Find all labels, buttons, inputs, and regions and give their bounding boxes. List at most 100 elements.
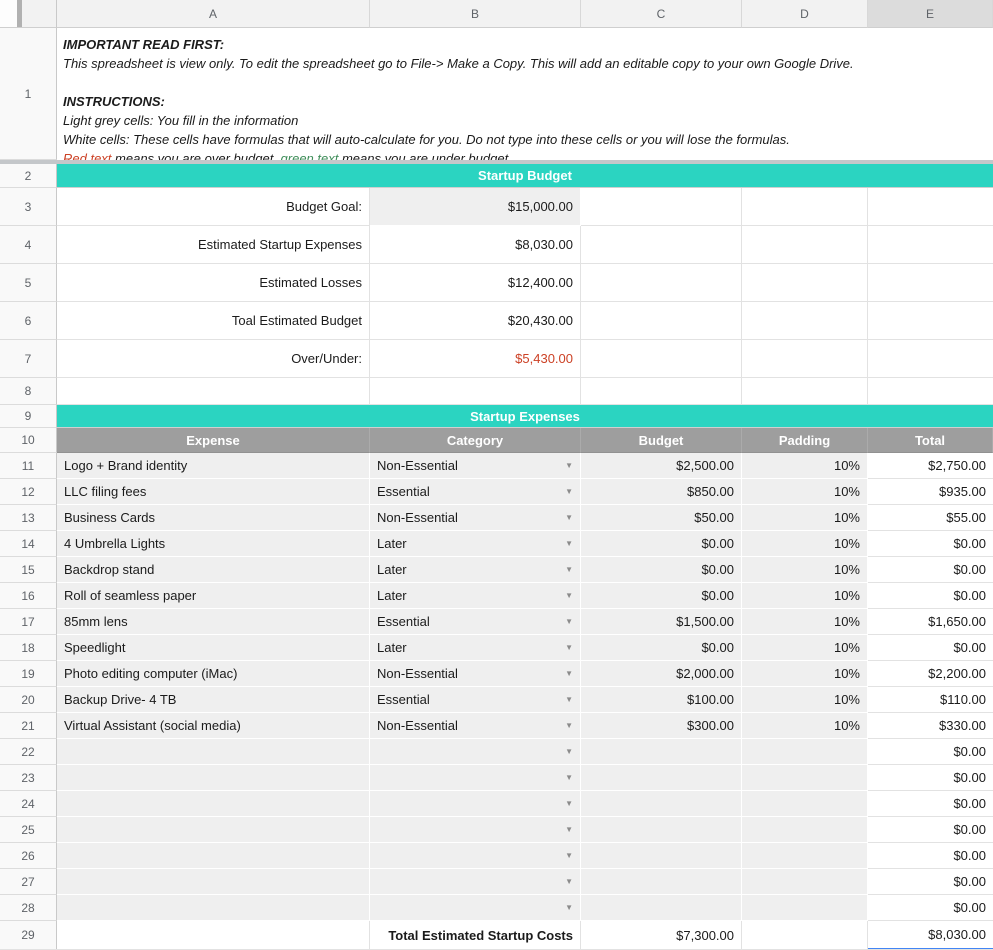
- category-cell[interactable]: ▼: [370, 843, 581, 869]
- row-header[interactable]: 2: [0, 164, 57, 188]
- dropdown-arrow-icon[interactable]: ▼: [561, 877, 573, 886]
- budget-cell[interactable]: [581, 817, 742, 843]
- budget-goal-label-cell[interactable]: Budget Goal:: [57, 188, 370, 226]
- budget-column-header[interactable]: Budget: [581, 428, 742, 453]
- budget-cell[interactable]: [581, 843, 742, 869]
- total-cell[interactable]: $0.00: [868, 843, 993, 869]
- total-cell[interactable]: $2,200.00: [868, 661, 993, 687]
- estimated-losses-label-cell[interactable]: Estimated Losses: [57, 264, 370, 302]
- budget-cell[interactable]: [581, 895, 742, 921]
- budget-cell[interactable]: $2,500.00: [581, 453, 742, 479]
- row-header[interactable]: 9: [0, 405, 57, 428]
- expense-cell[interactable]: [57, 791, 370, 817]
- row-header[interactable]: 26: [0, 843, 57, 869]
- category-cell[interactable]: Later▼: [370, 635, 581, 661]
- select-all-corner[interactable]: [0, 0, 57, 28]
- empty-cell[interactable]: [868, 264, 993, 302]
- budget-cell[interactable]: $850.00: [581, 479, 742, 505]
- padding-cell[interactable]: 10%: [742, 687, 868, 713]
- row-header[interactable]: 14: [0, 531, 57, 557]
- padding-cell[interactable]: 10%: [742, 505, 868, 531]
- total-budget-label-cell[interactable]: Toal Estimated Budget: [57, 302, 370, 340]
- expense-cell[interactable]: [57, 765, 370, 791]
- dropdown-arrow-icon[interactable]: ▼: [561, 461, 573, 470]
- expense-cell[interactable]: [57, 869, 370, 895]
- dropdown-arrow-icon[interactable]: ▼: [561, 903, 573, 912]
- total-cell[interactable]: $0.00: [868, 557, 993, 583]
- empty-cell[interactable]: [742, 188, 868, 226]
- dropdown-arrow-icon[interactable]: ▼: [561, 799, 573, 808]
- row-header[interactable]: 13: [0, 505, 57, 531]
- column-header-d[interactable]: D: [742, 0, 868, 28]
- column-header-a[interactable]: A: [57, 0, 370, 28]
- padding-cell[interactable]: 10%: [742, 635, 868, 661]
- padding-cell[interactable]: [742, 817, 868, 843]
- over-under-label-cell[interactable]: Over/Under:: [57, 340, 370, 378]
- empty-cell[interactable]: [581, 264, 742, 302]
- over-under-value-cell[interactable]: $5,430.00: [370, 340, 581, 378]
- total-cell[interactable]: $935.00: [868, 479, 993, 505]
- column-header-e[interactable]: E: [868, 0, 993, 28]
- row-header[interactable]: 1: [0, 28, 57, 160]
- budget-goal-value-cell[interactable]: $15,000.00: [370, 188, 581, 226]
- category-cell[interactable]: ▼: [370, 895, 581, 921]
- category-cell[interactable]: Essential▼: [370, 479, 581, 505]
- category-column-header[interactable]: Category: [370, 428, 581, 453]
- startup-expenses-value-cell[interactable]: $8,030.00: [370, 226, 581, 264]
- row-header[interactable]: 25: [0, 817, 57, 843]
- expense-cell[interactable]: Virtual Assistant (social media): [57, 713, 370, 739]
- row-header[interactable]: 24: [0, 791, 57, 817]
- padding-cell[interactable]: 10%: [742, 713, 868, 739]
- expense-cell[interactable]: Photo editing computer (iMac): [57, 661, 370, 687]
- category-cell[interactable]: Later▼: [370, 557, 581, 583]
- row-header[interactable]: 16: [0, 583, 57, 609]
- empty-cell[interactable]: [868, 302, 993, 340]
- empty-cell[interactable]: [581, 226, 742, 264]
- expense-cell[interactable]: Roll of seamless paper: [57, 583, 370, 609]
- expense-cell[interactable]: 4 Umbrella Lights: [57, 531, 370, 557]
- budget-cell[interactable]: $2,000.00: [581, 661, 742, 687]
- dropdown-arrow-icon[interactable]: ▼: [561, 617, 573, 626]
- budget-cell[interactable]: $50.00: [581, 505, 742, 531]
- total-cell[interactable]: $55.00: [868, 505, 993, 531]
- row-header[interactable]: 21: [0, 713, 57, 739]
- total-cell[interactable]: $0.00: [868, 739, 993, 765]
- category-cell[interactable]: Later▼: [370, 583, 581, 609]
- empty-cell[interactable]: [57, 921, 370, 950]
- budget-cell[interactable]: [581, 869, 742, 895]
- budget-cell[interactable]: $300.00: [581, 713, 742, 739]
- row-header[interactable]: 7: [0, 340, 57, 378]
- estimated-losses-value-cell[interactable]: $12,400.00: [370, 264, 581, 302]
- total-cell[interactable]: $0.00: [868, 817, 993, 843]
- padding-cell[interactable]: [742, 869, 868, 895]
- total-cell[interactable]: $0.00: [868, 583, 993, 609]
- total-cell[interactable]: $330.00: [868, 713, 993, 739]
- grand-total-cell[interactable]: $8,030.00: [868, 921, 993, 950]
- empty-cell[interactable]: [868, 378, 993, 405]
- padding-cell[interactable]: 10%: [742, 453, 868, 479]
- padding-cell[interactable]: 10%: [742, 661, 868, 687]
- empty-cell[interactable]: [581, 302, 742, 340]
- expense-cell[interactable]: Backdrop stand: [57, 557, 370, 583]
- padding-cell[interactable]: 10%: [742, 609, 868, 635]
- total-costs-label-cell[interactable]: Total Estimated Startup Costs: [370, 921, 581, 950]
- category-cell[interactable]: Non-Essential▼: [370, 453, 581, 479]
- expense-cell[interactable]: Business Cards: [57, 505, 370, 531]
- budget-cell[interactable]: $100.00: [581, 687, 742, 713]
- category-cell[interactable]: ▼: [370, 765, 581, 791]
- row-header[interactable]: 5: [0, 264, 57, 302]
- padding-cell[interactable]: 10%: [742, 557, 868, 583]
- empty-cell[interactable]: [742, 340, 868, 378]
- empty-cell[interactable]: [742, 921, 868, 950]
- category-cell[interactable]: Non-Essential▼: [370, 661, 581, 687]
- expense-cell[interactable]: [57, 817, 370, 843]
- dropdown-arrow-icon[interactable]: ▼: [561, 747, 573, 756]
- dropdown-arrow-icon[interactable]: ▼: [561, 851, 573, 860]
- category-cell[interactable]: ▼: [370, 869, 581, 895]
- startup-expenses-label-cell[interactable]: Estimated Startup Expenses: [57, 226, 370, 264]
- row-header[interactable]: 4: [0, 226, 57, 264]
- instructions-cell[interactable]: IMPORTANT READ FIRST: This spreadsheet i…: [57, 28, 993, 160]
- startup-expenses-title-bar[interactable]: Startup Expenses: [57, 405, 993, 428]
- category-cell[interactable]: Non-Essential▼: [370, 505, 581, 531]
- row-header[interactable]: 29: [0, 921, 57, 950]
